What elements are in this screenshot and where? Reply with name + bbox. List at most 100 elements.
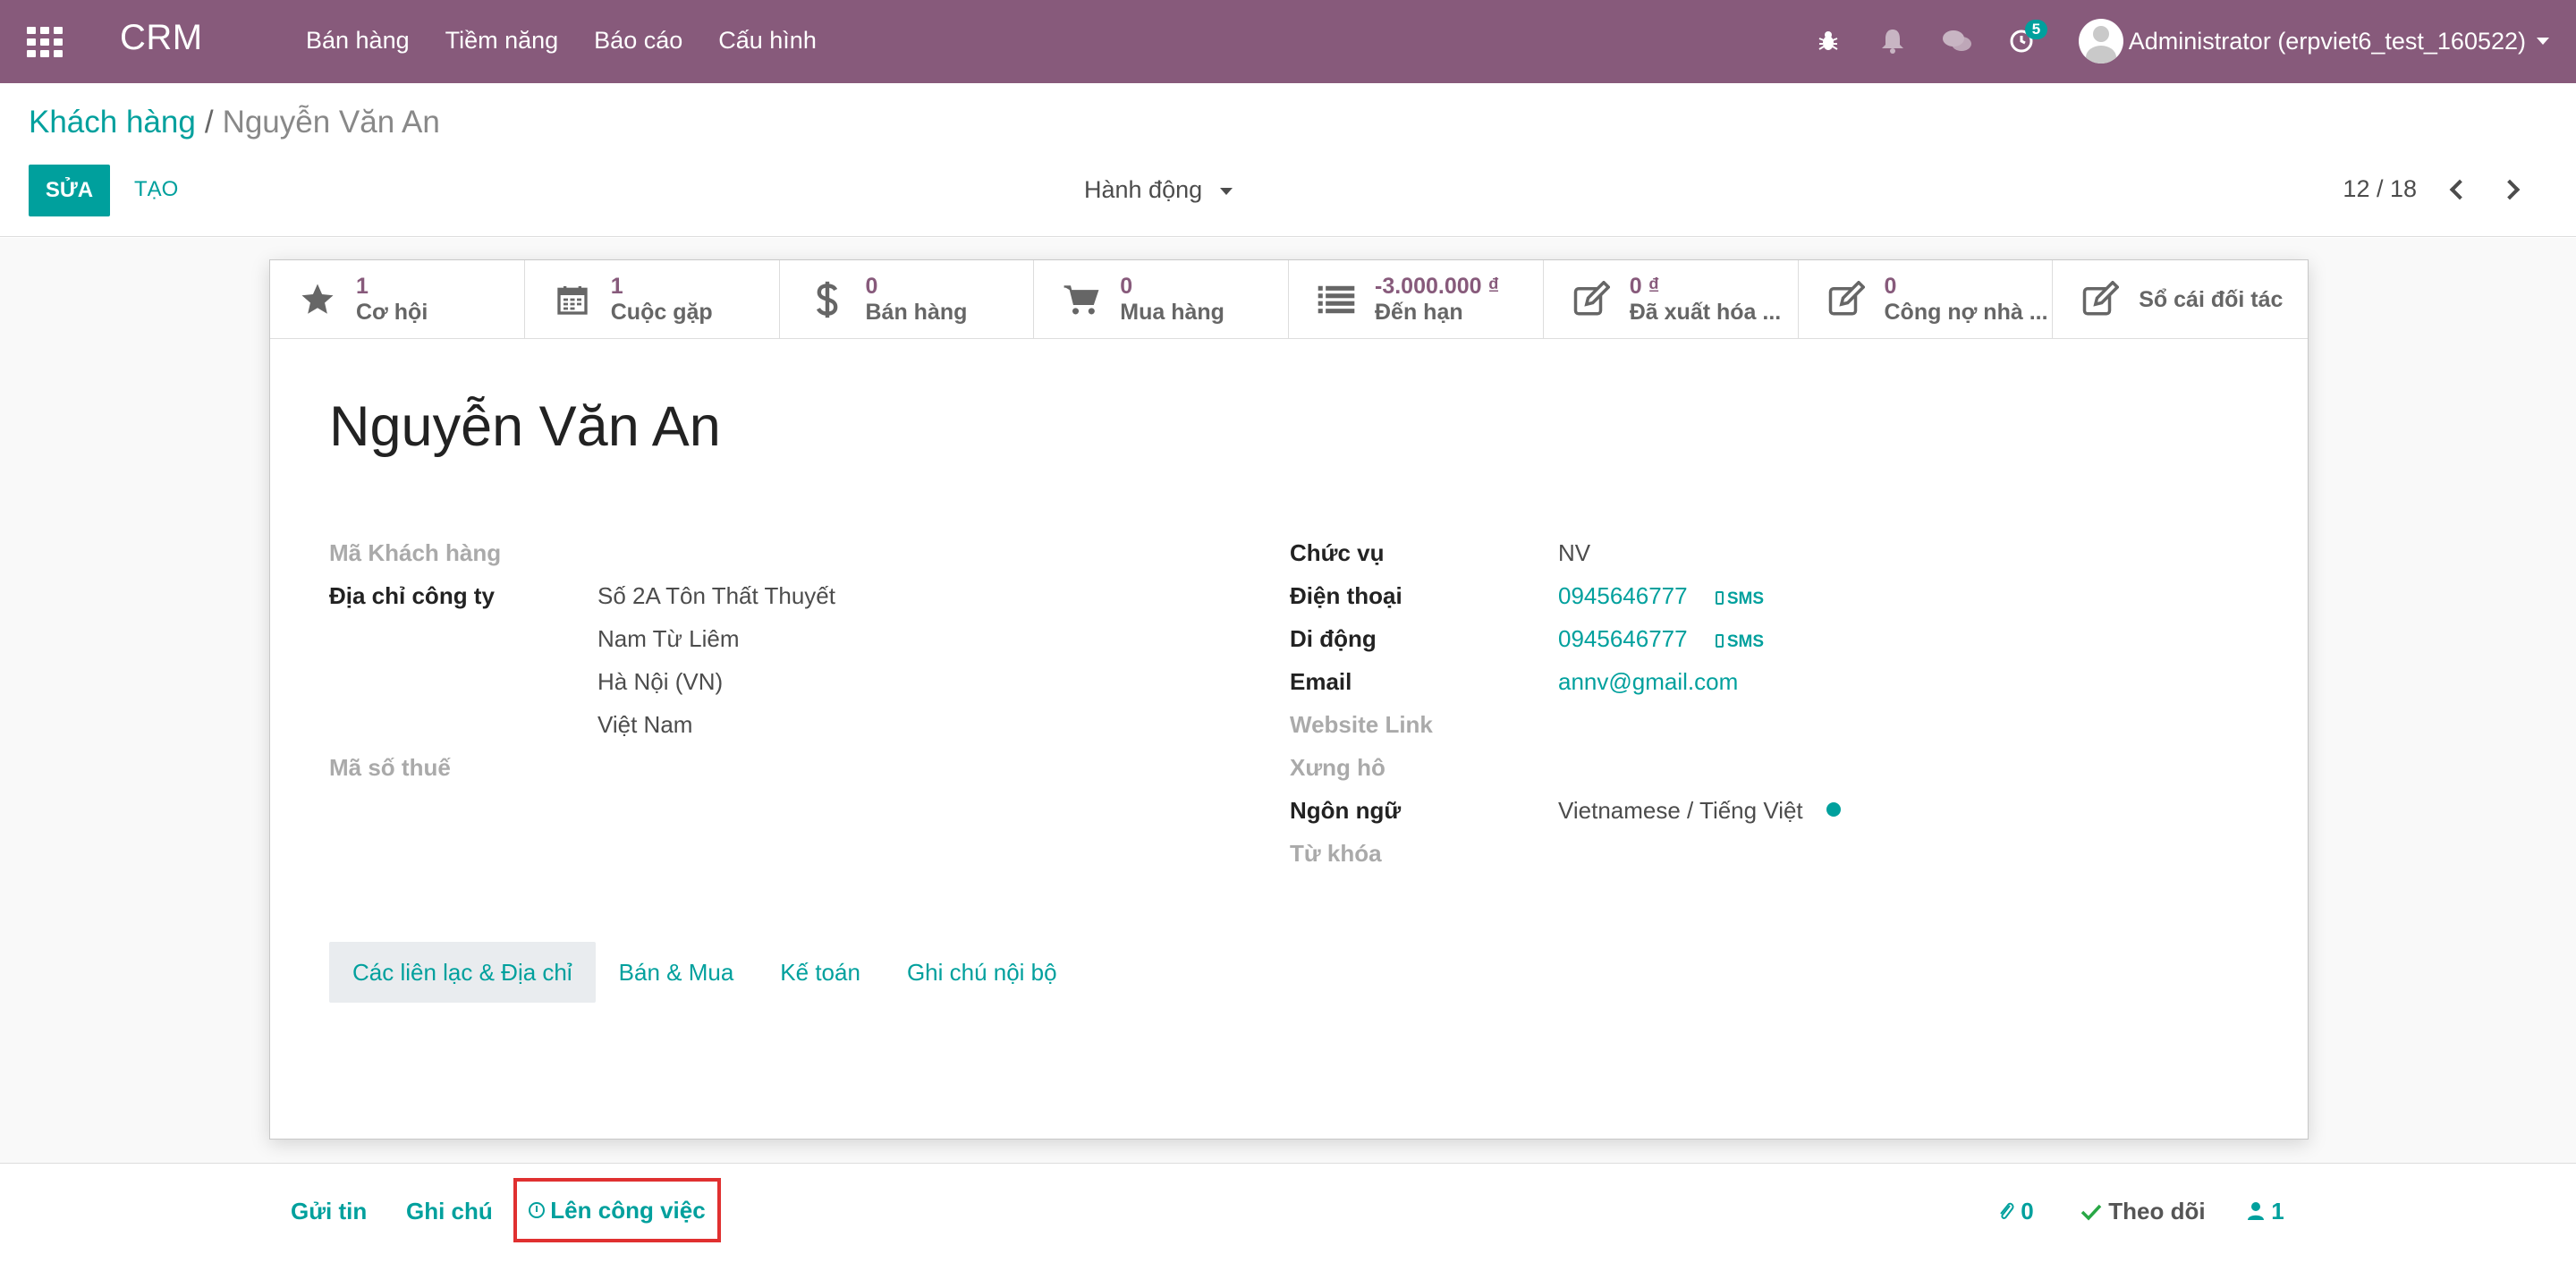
top-navbar: CRM Bán hàng Tiềm năng Báo cáo Cấu hình … [0,0,2576,83]
field-label: Mã số thuế [329,754,451,781]
sms-label: SMS [1726,632,1765,651]
mobile-link[interactable]: 0945646777 [1558,625,1688,652]
field-email: Email annv@gmail.com [1290,668,2184,711]
breadcrumb-parent[interactable]: Khách hàng [29,105,196,140]
smart-button-vendor-debt[interactable]: 0 Công nợ nhà ... [1799,260,2054,339]
smart-button-value: 0 [1884,274,1897,299]
field-mobile: Di động 0945646777 SMS [1290,625,2184,668]
attachments-button[interactable]: 0 [1998,1198,2034,1225]
smart-button-value: -3.000.000 ₫ [1375,274,1500,299]
smart-button-value: 0 ₫ [1629,274,1660,299]
calendar-icon [552,279,593,320]
fields-right-group: Chức vụ NV Điện thoại 0945646777 SMS Di … [1290,539,2184,883]
schedule-activity-button[interactable]: Lên công việc [513,1178,721,1242]
smart-button-opportunities[interactable]: 1 Cơ hội [270,260,525,339]
pager-value[interactable]: 12 / 18 [2343,175,2417,203]
smart-button-label: Sổ cái đối tác [2139,286,2284,312]
tab-contacts-addresses[interactable]: Các liên lạc & Địa chỉ [329,942,596,1003]
address-value: Số 2A Tôn Thất Thuyết Nam Từ Liêm Hà Nội… [597,582,835,754]
mobile-icon [1715,591,1724,605]
schedule-activity-label: Lên công việc [550,1196,706,1224]
field-label: Điện thoại [1290,582,1402,609]
smart-button-purchases[interactable]: 0 Mua hàng [1034,260,1289,339]
edit-button[interactable]: SỬA [29,165,110,216]
clock-icon [529,1202,546,1218]
smart-button-label: Cuộc gặp [610,300,713,325]
paperclip-icon [1998,1198,2021,1224]
follow-button[interactable]: Theo dõi [2080,1198,2206,1225]
menu-item-sales[interactable]: Bán hàng [306,27,410,55]
edit-icon [1826,279,1867,320]
follow-label: Theo dõi [2108,1198,2206,1224]
menu-item-reports[interactable]: Báo cáo [594,27,682,55]
bug-icon[interactable] [1810,23,1846,59]
edit-icon [1571,279,1612,320]
field-title: Xưng hô [1290,754,2184,797]
sms-button[interactable]: SMS [1715,632,1765,651]
notebook-tabs: Các liên lạc & Địa chỉ Bán & Mua Kế toán… [329,942,1080,1003]
send-message-button[interactable]: Gửi tin [291,1198,367,1225]
smart-button-box: 1 Cơ hội 1 Cuộc gặp 0 Bán hàng 0 Mua hàng [270,260,2308,339]
smart-button-label: Mua hàng [1120,300,1224,325]
smart-button-due[interactable]: -3.000.000 ₫ Đến hạn [1289,260,1544,339]
action-dropdown[interactable]: Hành động [1084,176,1233,204]
breadcrumb-current: Nguyễn Văn An [222,105,440,140]
activity-clock-icon[interactable]: 5 [2004,20,2048,59]
chevron-right-icon[interactable] [2499,179,2521,199]
smart-button-invoiced[interactable]: 0 ₫ Đã xuất hóa ... [1544,260,1799,339]
avatar [2078,19,2123,64]
tab-accounting[interactable]: Kế toán [757,942,884,1003]
cart-icon [1061,279,1102,320]
smart-button-label: Bán hàng [865,300,968,325]
chevron-down-icon [2537,38,2549,45]
field-label: Ngôn ngữ [1290,797,1402,824]
address-line: Nam Từ Liêm [597,625,740,652]
smart-button-value: 0 [865,274,878,299]
phone-link[interactable]: 0945646777 [1558,582,1688,609]
field-job-position: Chức vụ NV [1290,539,2184,582]
fields-left-group: Mã Khách hàng Địa chỉ công ty Số 2A Tôn … [329,539,1134,797]
smart-button-partner-ledger[interactable]: Sổ cái đối tác [2053,260,2308,339]
address-line: Việt Nam [597,711,693,738]
bell-icon[interactable] [1875,23,1911,59]
field-label: Email [1290,668,1352,695]
field-label: Xưng hô [1290,754,1385,781]
followers-count: 1 [2271,1198,2284,1224]
chat-icon[interactable] [1939,23,1975,59]
menu-item-config[interactable]: Cấu hình [718,27,817,55]
smart-button-sales[interactable]: 0 Bán hàng [780,260,1035,339]
chevron-left-icon[interactable] [2449,179,2470,199]
form-content-area: 1 Cơ hội 1 Cuộc gặp 0 Bán hàng 0 Mua hàng [0,238,2576,1163]
field-language: Ngôn ngữ Vietnamese / Tiếng Việt [1290,797,2184,840]
job-value: NV [1558,539,1591,566]
star-icon [297,279,338,320]
partner-name: Nguyễn Văn An [329,395,721,458]
field-customer-code: Mã Khách hàng [329,539,1134,582]
tab-internal-notes[interactable]: Ghi chú nội bộ [884,942,1080,1003]
user-name: Administrator (erpviet6_test_160522) [2128,27,2526,55]
globe-icon[interactable] [1826,802,1841,817]
log-note-button[interactable]: Ghi chú [406,1198,493,1225]
address-line: Số 2A Tôn Thất Thuyết [597,582,835,609]
menu-item-leads[interactable]: Tiềm năng [445,27,559,55]
language-value: Vietnamese / Tiếng Việt [1558,797,1803,824]
tab-sales-purchase[interactable]: Bán & Mua [596,942,758,1003]
list-icon [1316,279,1357,320]
systray: 5 Administrator (erpviet6_test_160522) [1810,18,2549,64]
smart-button-label: Đến hạn [1375,300,1463,325]
pager: 12 / 18 [2343,175,2521,203]
smart-button-meetings[interactable]: 1 Cuộc gặp [525,260,780,339]
create-button[interactable]: TẠO [134,177,178,202]
activity-count-badge: 5 [2024,20,2048,39]
field-label: Địa chỉ công ty [329,582,495,609]
check-icon [2080,1198,2108,1224]
field-company-address: Địa chỉ công ty Số 2A Tôn Thất Thuyết Na… [329,582,1134,754]
apps-grid-icon[interactable] [27,27,63,57]
field-label: Di động [1290,625,1377,652]
email-link[interactable]: annv@gmail.com [1558,668,1738,695]
followers-button[interactable]: 1 [2247,1198,2284,1225]
dollar-icon [807,279,848,320]
sms-button[interactable]: SMS [1715,589,1764,608]
user-menu[interactable]: Administrator (erpviet6_test_160522) [2078,19,2549,64]
breadcrumb: Khách hàng / Nguyễn Văn An [29,105,440,140]
